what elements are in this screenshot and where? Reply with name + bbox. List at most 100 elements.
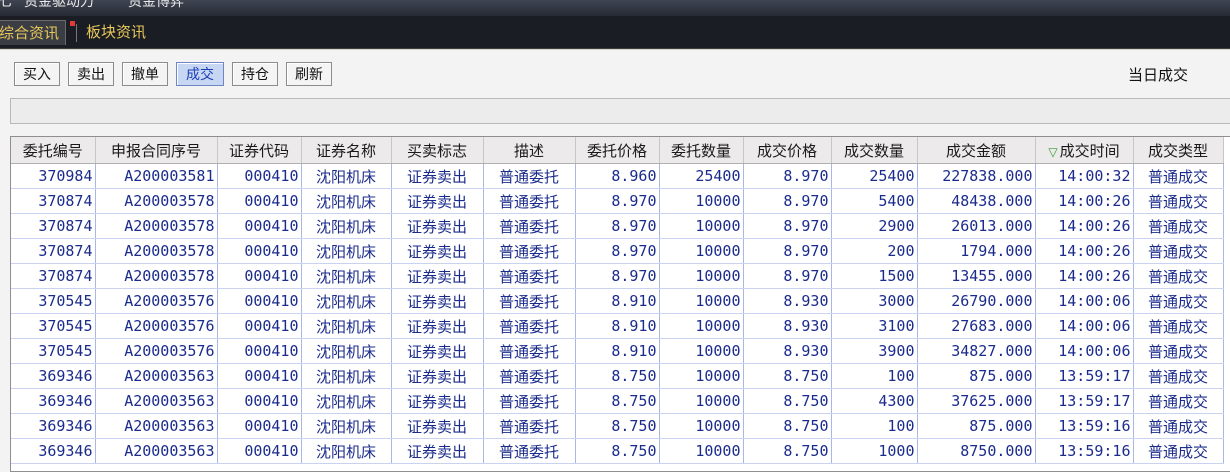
table-cell: 8.750 — [743, 438, 832, 464]
table-cell: 10000 — [659, 188, 744, 214]
column-header[interactable]: 成交金额 — [917, 137, 1036, 164]
column-header[interactable]: 委托数量 — [659, 137, 744, 164]
column-header[interactable]: 成交数量 — [831, 137, 918, 164]
table-cell: 普通委托 — [483, 263, 576, 289]
column-header[interactable]: 成交类型 — [1133, 137, 1224, 164]
buy-button[interactable]: 买入 — [14, 62, 60, 86]
table-cell: 8.970 — [743, 263, 832, 289]
table-row[interactable]: 369346 A200003563 000410 沈阳机床 证券卖出 普通委托 8.750 1… — [11, 388, 1224, 414]
table-cell: 14:00:06 — [1035, 313, 1134, 339]
table-cell: 沈阳机床 — [301, 413, 392, 439]
table-row[interactable]: 369346 A200003563 000410 沈阳机床 证券卖出 普通委托 8.750 1… — [11, 413, 1224, 439]
table-cell: 370874 — [11, 263, 96, 289]
sell-button[interactable]: 卖出 — [68, 62, 114, 86]
table-cell: 000410 — [217, 288, 302, 314]
column-header-label: 委托价格 — [586, 141, 647, 160]
table-cell: 证券卖出 — [391, 288, 484, 314]
table-row[interactable]: 370545 A200003576 000410 沈阳机床 证券卖出 普通委托 8.910 1… — [11, 313, 1224, 339]
table-cell: A200003578 — [95, 238, 218, 264]
table-cell: 13:59:17 — [1035, 388, 1134, 414]
table-cell: 8.970 — [575, 263, 660, 289]
table-row[interactable]: 370874 A200003578 000410 沈阳机床 证券卖出 普通委托 8.970 1… — [11, 263, 1224, 289]
column-header[interactable]: 买卖标志 — [391, 137, 484, 164]
table-cell: 13:59:16 — [1035, 413, 1134, 439]
refresh-button[interactable]: 刷新 — [286, 62, 332, 86]
tab-sector-news[interactable]: 板块资讯 — [80, 20, 152, 44]
table-cell: 证券卖出 — [391, 388, 484, 414]
table-cell: 875.000 — [917, 363, 1036, 389]
table-cell: 证券卖出 — [391, 313, 484, 339]
column-header[interactable]: ▽ 成交时间 — [1035, 137, 1134, 164]
table-cell: 100 — [831, 413, 918, 439]
column-header-label: 委托编号 — [22, 141, 83, 160]
table-cell: 8.970 — [575, 213, 660, 239]
table-cell: 000410 — [217, 238, 302, 264]
table-row[interactable]: 370874 A200003578 000410 沈阳机床 证券卖出 普通委托 8.970 1… — [11, 238, 1224, 264]
table-cell: 27683.000 — [917, 313, 1036, 339]
table-cell: 26790.000 — [917, 288, 1036, 314]
table-cell: 370984 — [11, 163, 96, 189]
top-menu-item-fund-game[interactable]: 资金博弈 — [128, 0, 184, 10]
new-indicator-icon — [70, 21, 75, 26]
table-cell: 8.750 — [743, 363, 832, 389]
table-cell: 369346 — [11, 413, 96, 439]
table-cell: 875.000 — [917, 413, 1036, 439]
table-cell: 200 — [831, 238, 918, 264]
table-cell: 普通成交 — [1133, 238, 1224, 264]
positions-button[interactable]: 持仓 — [232, 62, 278, 86]
table-cell: 14:00:32 — [1035, 163, 1134, 189]
tab-comprehensive-news[interactable]: 综合资讯 — [0, 20, 67, 45]
filled-orders-button[interactable]: 成交 — [176, 62, 224, 86]
column-header[interactable]: 描述 — [483, 137, 576, 164]
table-cell: A200003563 — [95, 363, 218, 389]
table-cell: 10000 — [659, 363, 744, 389]
table-cell: 370545 — [11, 288, 96, 314]
table-cell: 3000 — [831, 288, 918, 314]
table-row[interactable]: 369346 A200003563 000410 沈阳机床 证券卖出 普通委托 8.750 1… — [11, 438, 1224, 464]
table-cell: 14:00:06 — [1035, 338, 1134, 364]
table-cell: 369346 — [11, 438, 96, 464]
table-row[interactable]: 370984 A200003581 000410 沈阳机床 证券卖出 普通委托 8.960 2… — [11, 163, 1224, 189]
table-cell: 8.750 — [575, 413, 660, 439]
table-row[interactable]: 370545 A200003576 000410 沈阳机床 证券卖出 普通委托 8.910 1… — [11, 338, 1224, 364]
column-header[interactable]: 成交价格 — [743, 137, 832, 164]
table-cell: 000410 — [217, 388, 302, 414]
table-row[interactable]: 369346 A200003563 000410 沈阳机床 证券卖出 普通委托 8.750 1… — [11, 363, 1224, 389]
table-cell: 沈阳机床 — [301, 238, 392, 264]
table-cell: 普通委托 — [483, 288, 576, 314]
table-row[interactable]: 370545 A200003576 000410 沈阳机床 证券卖出 普通委托 8.910 1… — [11, 288, 1224, 314]
table-cell: 8.930 — [743, 313, 832, 339]
column-header[interactable]: 委托编号 — [11, 137, 96, 164]
column-header[interactable]: 委托价格 — [575, 137, 660, 164]
top-menu-item[interactable]: 七 — [0, 0, 12, 10]
table-cell: 8.970 — [743, 163, 832, 189]
table-cell: 14:00:26 — [1035, 188, 1134, 214]
table-cell: 普通成交 — [1133, 388, 1224, 414]
column-header[interactable]: 申报合同序号 — [95, 137, 218, 164]
table-cell: 证券卖出 — [391, 338, 484, 364]
table-row[interactable]: 370874 A200003578 000410 沈阳机床 证券卖出 普通委托 8.970 1… — [11, 188, 1224, 214]
column-header[interactable]: 证券代码 — [217, 137, 302, 164]
table-cell: 沈阳机床 — [301, 313, 392, 339]
table-cell: 3900 — [831, 338, 918, 364]
top-menu-item-fund-drive[interactable]: 资金驱动力 — [24, 0, 94, 10]
column-header[interactable]: 证券名称 — [301, 137, 392, 164]
table-row[interactable]: 370874 A200003578 000410 沈阳机床 证券卖出 普通委托 8.970 1… — [11, 213, 1224, 239]
table-cell: 1000 — [831, 438, 918, 464]
table-cell: 37625.000 — [917, 388, 1036, 414]
table-cell: A200003576 — [95, 338, 218, 364]
column-header-label: 成交时间 — [1059, 141, 1120, 160]
table-cell: A200003563 — [95, 388, 218, 414]
table-cell: 8.970 — [743, 188, 832, 214]
column-header-label: 买卖标志 — [406, 141, 467, 160]
table-cell: A200003578 — [95, 263, 218, 289]
table-cell: 14:00:26 — [1035, 238, 1134, 264]
table-cell: 普通成交 — [1133, 288, 1224, 314]
cancel-order-button[interactable]: 撤单 — [122, 62, 168, 86]
column-header-label: 申报合同序号 — [110, 141, 201, 160]
table-cell: 10000 — [659, 263, 744, 289]
table-cell: A200003576 — [95, 288, 218, 314]
table-cell: 000410 — [217, 313, 302, 339]
table-cell: 8.960 — [575, 163, 660, 189]
table-cell: 普通委托 — [483, 163, 576, 189]
